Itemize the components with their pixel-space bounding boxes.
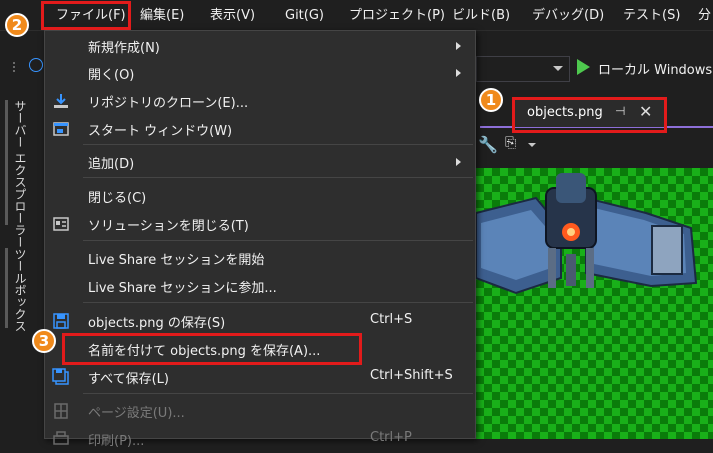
menu-item-open[interactable]: 開く(O) [45, 59, 475, 87]
start-window-icon [53, 122, 69, 136]
toolbar-grip-icon [13, 62, 21, 72]
back-navigation-icon[interactable] [29, 58, 43, 72]
menu-shortcut: Ctrl+P [370, 430, 412, 445]
submenu-arrow-icon [456, 42, 461, 50]
menu-item-label: 印刷(P)... [88, 434, 145, 449]
tab-server-explorer[interactable]: サーバー エクスプローラー [12, 100, 29, 248]
menu-item-label: スタート ウィンドウ(W) [88, 124, 233, 139]
config-combo[interactable] [476, 56, 570, 82]
close-solution-icon [53, 217, 69, 231]
step-badge-3: 3 [32, 329, 56, 353]
menu-item-label: 開く(O) [88, 68, 135, 83]
menu-item-close-solution[interactable]: ソリューションを閉じる(T) [45, 210, 475, 238]
properties-icon[interactable]: ⎘ [505, 135, 516, 151]
step-badge-2: 2 [5, 13, 29, 37]
menu-item-close[interactable]: 閉じる(C) [45, 182, 475, 210]
menu-item-start-live-share[interactable]: Live Share セッションを開始 [45, 244, 475, 272]
menu-item-page-setup: ページ設定(U)... [45, 397, 475, 425]
step-badge-1: 1 [479, 88, 503, 112]
save-icon [53, 313, 69, 329]
menu-separator [83, 177, 473, 178]
menu-test[interactable]: テスト(S) [623, 7, 680, 25]
menu-item-add[interactable]: 追加(D) [45, 148, 475, 176]
save-all-icon [52, 368, 69, 385]
menu-item-label: すべて保存(L) [88, 372, 169, 387]
highlight-save-as [62, 333, 362, 365]
chevron-down-icon[interactable] [528, 143, 536, 147]
menu-separator [83, 393, 473, 394]
clone-icon [54, 94, 68, 108]
menu-item-clone-repository[interactable]: リポジトリのクローン(E)... [45, 87, 475, 115]
menu-item-label: Live Share セッションを開始 [88, 253, 265, 268]
run-target-label[interactable]: ローカル Windows [598, 59, 712, 78]
menu-item-save-all[interactable]: すべて保存(L) Ctrl+Shift+S [45, 363, 475, 391]
menu-analyze[interactable]: 分 [698, 7, 711, 25]
submenu-arrow-icon [456, 69, 461, 77]
menu-debug[interactable]: デバッグ(D) [532, 7, 604, 25]
menu-shortcut: Ctrl+Shift+S [370, 368, 453, 383]
menu-item-label: 新規作成(N) [88, 41, 160, 56]
menu-separator [83, 302, 473, 303]
menu-item-new[interactable]: 新規作成(N) [45, 32, 475, 60]
menu-project[interactable]: プロジェクト(P) [349, 7, 445, 25]
menu-item-join-live-share[interactable]: Live Share セッションに参加... [45, 272, 475, 300]
menu-item-print: 印刷(P)... Ctrl+P [45, 425, 475, 453]
menu-build[interactable]: ビルド(B) [452, 7, 510, 25]
page-setup-icon [54, 403, 68, 419]
wrench-icon[interactable]: 🔧 [478, 135, 498, 154]
print-icon [53, 431, 69, 445]
menu-item-start-window[interactable]: スタート ウィンドウ(W) [45, 115, 475, 143]
side-tab-indicator [5, 248, 8, 328]
menu-view[interactable]: 表示(V) [210, 7, 255, 25]
menu-edit[interactable]: 編集(E) [140, 7, 184, 25]
image-canvas[interactable] [476, 168, 713, 439]
spaceship-sprite [476, 173, 698, 295]
submenu-arrow-icon [456, 158, 461, 166]
highlight-document-tab [512, 97, 667, 133]
highlight-file-menu [41, 1, 131, 30]
menu-item-label: 追加(D) [88, 157, 135, 172]
tab-toolbox[interactable]: ツールボックス [12, 248, 29, 332]
play-icon[interactable] [577, 59, 590, 75]
menu-item-label: objects.png の保存(S) [88, 316, 226, 331]
chevron-down-icon [553, 66, 563, 71]
menu-separator [83, 240, 473, 241]
menu-shortcut: Ctrl+S [370, 312, 413, 327]
menu-separator [83, 144, 473, 145]
menu-item-label: 閉じる(C) [88, 191, 147, 206]
menu-item-label: Live Share セッションに参加... [88, 281, 277, 296]
menu-git[interactable]: Git(G) [285, 7, 324, 25]
menu-item-label: ページ設定(U)... [88, 406, 185, 421]
menu-item-label: リポジトリのクローン(E)... [88, 96, 249, 111]
file-menu-dropdown: 新規作成(N) 開く(O) リポジトリのクローン(E)... スタート ウィンド… [44, 30, 476, 449]
menu-item-label: ソリューションを閉じる(T) [88, 219, 249, 234]
menu-item-save[interactable]: objects.png の保存(S) Ctrl+S [45, 307, 475, 335]
side-tab-indicator [5, 100, 8, 225]
